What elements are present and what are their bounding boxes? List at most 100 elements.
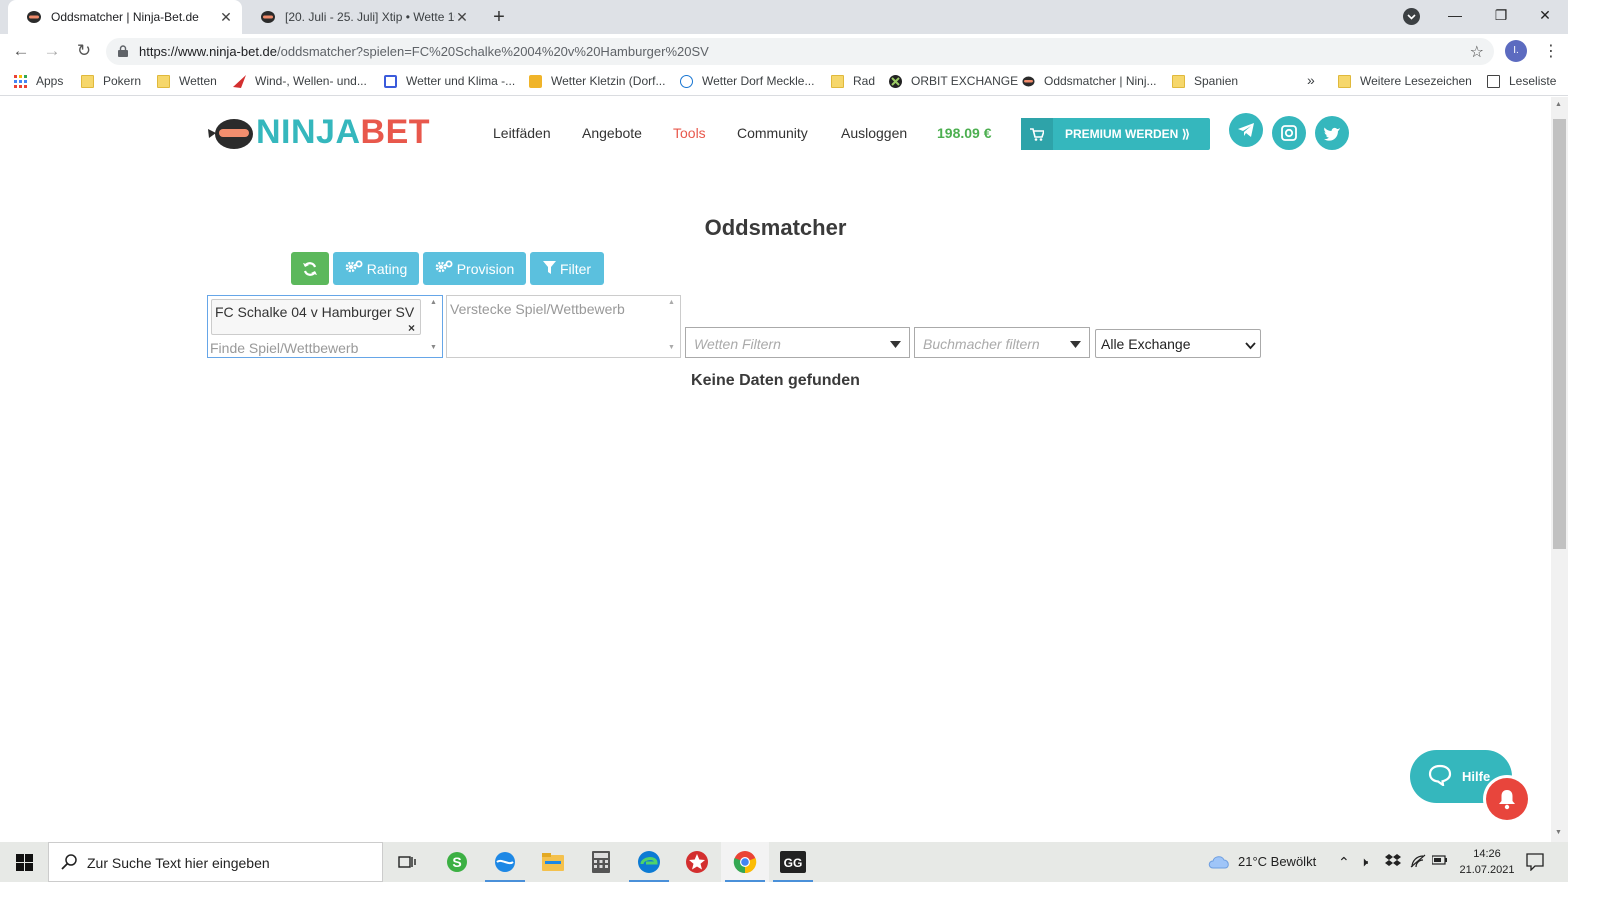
s-app-icon[interactable]: S [433,842,481,882]
bookmark-pokern[interactable]: Pokern [81,74,141,88]
tab-search-icon[interactable] [1403,8,1420,25]
notification-center-icon[interactable] [1526,853,1544,874]
bookmaker-filter-dropdown[interactable]: Buchmacher filtern [914,327,1090,358]
bookmark-apps[interactable]: Apps [14,74,63,88]
chrome-browser-icon[interactable] [721,842,769,882]
scroll-up-icon[interactable]: ▲ [668,299,675,306]
bets-filter-placeholder: Wetten Filtern [694,336,781,352]
new-tab-button[interactable]: + [487,5,511,29]
tray-clock[interactable]: 14:26 21.07.2021 [1459,846,1515,878]
taskbar-search-box[interactable]: Zur Suche Text hier eingeben [48,842,383,882]
close-window-icon[interactable]: ✕ [1522,0,1568,30]
provision-button[interactable]: Provision [423,252,526,285]
mail-app-icon[interactable] [481,842,529,882]
address-bar[interactable]: https://www.ninja-bet.de/oddsmatcher?spi… [106,38,1494,65]
browser-tab-strip: Oddsmatcher | Ninja-Bet.de ✕ [20. Juli -… [0,0,1568,34]
chevron-down-icon [1245,339,1256,353]
rating-button[interactable]: Rating [333,252,419,285]
scroll-down-icon[interactable]: ▼ [430,344,437,351]
scroll-up-icon[interactable]: ▲ [1555,101,1562,108]
scrollbar-thumb[interactable] [1553,119,1566,549]
balance-amount: 198.09 € [937,125,992,141]
battery-icon[interactable] [1431,854,1448,869]
remove-tag-icon[interactable]: × [408,321,415,335]
bets-filter-dropdown[interactable]: Wetten Filtern [685,327,910,358]
page-scrollbar[interactable]: ▲ ▼ [1551,97,1568,842]
reload-icon[interactable]: ↻ [73,41,95,61]
windows-taskbar: Zur Suche Text hier eingeben S GG 21°C B… [0,842,1568,882]
search-game-input[interactable]: Finde Spiel/Wettbewerb [210,340,358,356]
task-view-icon[interactable] [383,842,431,882]
nav-community[interactable]: Community [737,125,808,141]
premium-button-label: PREMIUM WERDEN ⟫ [1065,127,1191,141]
instagram-icon[interactable] [1272,116,1306,150]
volume-muted-icon[interactable]: 🕨 [1360,854,1368,870]
premium-button[interactable]: PREMIUM WERDEN ⟫ [1021,118,1210,150]
tab-close-icon[interactable]: ✕ [454,9,470,26]
notification-bell-button[interactable] [1483,775,1531,823]
bookmark-spanien[interactable]: Spanien [1172,74,1238,88]
calculator-icon[interactable] [577,842,625,882]
caret-down-icon [890,337,901,351]
bookmark-weitere[interactable]: Weitere Lesezeichen [1338,74,1472,88]
bookmark-windfinder[interactable]: Wind-, Wellen- und... [233,74,367,88]
nav-tools[interactable]: Tools [673,125,706,141]
telegram-icon[interactable] [1229,113,1263,147]
bookmark-orbit[interactable]: ORBIT EXCHANGE [889,74,1018,88]
nav-angebote[interactable]: Angebote [582,125,642,141]
tray-weather[interactable]: 21°C Bewölkt [1238,854,1316,869]
refresh-icon [303,261,317,276]
scroll-down-icon[interactable]: ▼ [668,344,675,351]
weather-sun-icon [529,74,542,88]
tab-close-icon[interactable]: ✕ [218,9,234,26]
tray-chevron-up-icon[interactable]: ⌃ [1338,854,1350,871]
windows-start-icon[interactable] [0,842,48,882]
ninjabet-logo[interactable]: NINJABET [206,113,431,155]
empty-state-message: Keine Daten gefunden [691,372,860,389]
hide-game-multiselect[interactable]: Verstecke Spiel/Wettbewerb ▲ ▼ [446,295,681,358]
filter-button[interactable]: Filter [530,252,604,285]
bookmark-wetten[interactable]: Wetten [157,74,217,88]
scroll-up-icon[interactable]: ▲ [430,299,437,306]
twitter-icon[interactable] [1315,116,1349,150]
bookmark-wetter-kletzin[interactable]: Wetter Kletzin (Dorf... [529,74,665,88]
caret-down-icon [1070,337,1081,351]
logo-text-bet: BET [360,113,431,151]
taskbar-search-placeholder: Zur Suche Text hier eingeben [87,855,270,871]
provision-button-label: Provision [456,260,515,277]
bell-icon [1486,778,1528,820]
profile-avatar[interactable]: I. [1505,40,1527,62]
back-arrow-icon[interactable]: ← [10,41,32,61]
tab-oddsmatcher[interactable]: Oddsmatcher | Ninja-Bet.de ✕ [8,0,242,34]
bookmark-oddsmatcher[interactable]: Oddsmatcher | Ninj... [1022,74,1157,88]
lock-icon [118,45,128,57]
cart-icon [1021,118,1053,150]
nav-ausloggen[interactable]: Ausloggen [841,125,907,141]
network-icon[interactable] [1410,854,1426,871]
scroll-down-icon[interactable]: ▼ [1555,829,1562,836]
bookmark-star-icon[interactable]: ☆ [1470,42,1484,62]
search-game-multiselect[interactable]: FC Schalke 04 v Hamburger SV × Finde Spi… [207,295,443,358]
dropbox-icon[interactable] [1385,854,1401,871]
bookmark-rad[interactable]: Rad [831,74,875,88]
tab-xtip[interactable]: [20. Juli - 25. Juli] Xtip • Wette 10 ✕ [242,0,478,34]
menu-kebab-icon[interactable]: ⋮ [1543,41,1559,61]
bookmark-wetter-dorf[interactable]: Wetter Dorf Meckle... [680,74,814,88]
nav-leitfaeden[interactable]: Leitfäden [493,125,551,141]
folder-icon [1338,74,1351,88]
bookmarks-overflow-button[interactable]: » [1307,72,1315,88]
edge-browser-icon[interactable] [625,842,673,882]
restore-icon[interactable]: ❐ [1478,0,1524,30]
reading-list-button[interactable]: Leseliste [1487,74,1556,88]
forward-arrow-icon[interactable]: → [41,41,63,61]
minimize-icon[interactable]: — [1432,0,1478,30]
refresh-button[interactable] [291,252,329,285]
file-explorer-icon[interactable] [529,842,577,882]
ninja-favicon-icon [260,9,276,25]
hide-game-input[interactable]: Verstecke Spiel/Wettbewerb [450,301,625,317]
exchange-select[interactable]: Alle Exchange [1095,329,1261,358]
pokerstars-icon[interactable] [673,842,721,882]
gg-poker-icon[interactable]: GG [769,842,817,882]
windfinder-icon [233,74,246,88]
bookmark-wetter-klima[interactable]: Wetter und Klima -... [384,74,515,88]
